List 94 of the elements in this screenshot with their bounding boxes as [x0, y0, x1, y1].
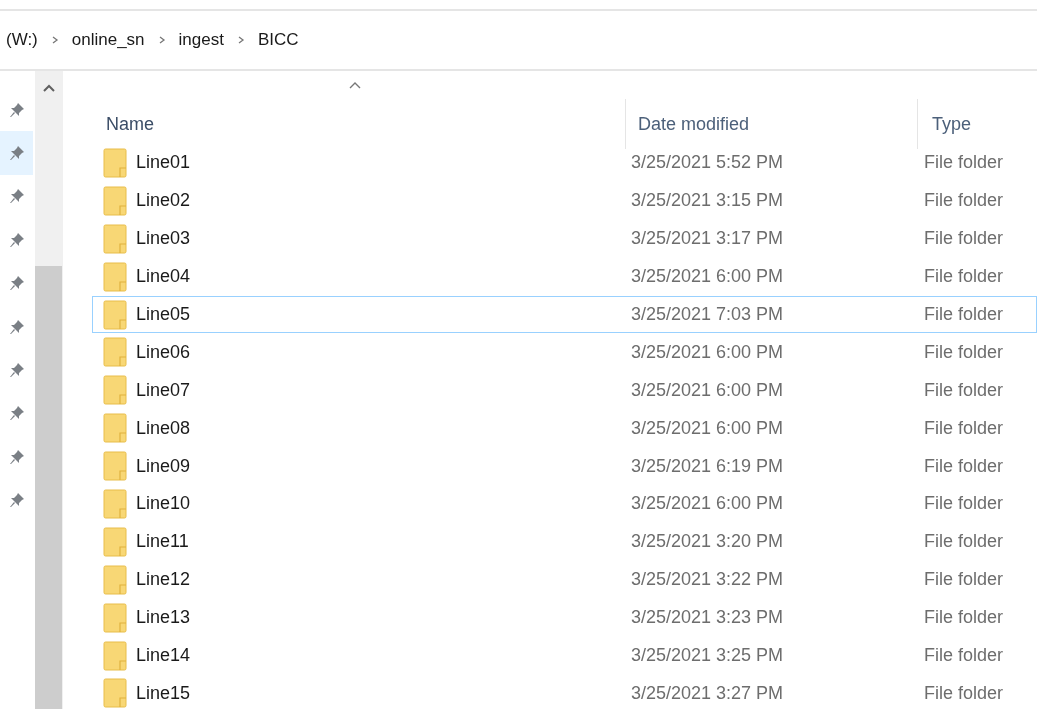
- file-row[interactable]: Line07 3/25/2021 6:00 PM File folder: [92, 371, 1037, 410]
- date-cell: 3/25/2021 6:00 PM: [631, 493, 784, 514]
- folder-icon: [103, 299, 127, 330]
- pin-icon: [8, 231, 25, 248]
- file-name: Line08: [136, 417, 191, 439]
- breadcrumb-item[interactable]: ingest: [178, 30, 224, 50]
- file-name: Line12: [136, 569, 191, 591]
- file-row[interactable]: Line05 3/25/2021 7:03 PM File folder: [92, 295, 1037, 334]
- column-header[interactable]: Type: [917, 99, 1037, 149]
- breadcrumb-item[interactable]: online_sn: [71, 30, 145, 50]
- type-cell: File folder: [924, 341, 1004, 362]
- file-name: Line11: [136, 531, 189, 553]
- folder-icon: [103, 413, 127, 444]
- file-name: Line06: [136, 341, 191, 363]
- pin-icon: [8, 275, 25, 292]
- file-name: Line03: [136, 228, 191, 250]
- date-cell: 3/25/2021 3:22 PM: [631, 569, 784, 590]
- breadcrumb-item[interactable]: (W:): [6, 30, 38, 50]
- date-cell: 3/25/2021 3:25 PM: [631, 645, 784, 665]
- type-cell: File folder: [924, 152, 1004, 173]
- folder-icon: [103, 185, 127, 216]
- pin-icon: [8, 101, 25, 118]
- date-cell: 3/25/2021 3:15 PM: [631, 190, 784, 211]
- scrollbar[interactable]: [35, 71, 63, 709]
- folder-icon: [103, 678, 127, 709]
- type-cell: File folder: [924, 493, 1004, 514]
- scroll-up-icon[interactable]: [42, 83, 55, 92]
- file-row[interactable]: Line09 3/25/2021 6:19 PM File folder: [92, 447, 1037, 485]
- file-name: Line07: [136, 379, 191, 401]
- type-cell: File folder: [924, 266, 1004, 287]
- folder-icon: [103, 223, 127, 254]
- folder-icon: [103, 337, 127, 368]
- file-name: Line05: [136, 304, 191, 325]
- type-cell: File folder: [924, 682, 1004, 703]
- breadcrumb-item[interactable]: BICC: [257, 30, 299, 50]
- file-row[interactable]: Line02 3/25/2021 3:15 PM File folder: [92, 181, 1037, 220]
- pin-icon: [8, 448, 25, 465]
- type-cell: File folder: [924, 607, 1004, 628]
- type-cell: File folder: [924, 531, 1004, 552]
- type-cell: File folder: [924, 645, 1004, 665]
- date-cell: 3/25/2021 3:23 PM: [631, 607, 784, 628]
- pin-icon: [8, 188, 25, 205]
- pinned-item[interactable]: [0, 131, 33, 175]
- file-row[interactable]: Line13 3/25/2021 3:23 PM File folder: [92, 598, 1037, 637]
- folder-icon: [103, 147, 127, 178]
- type-cell: File folder: [924, 304, 1004, 324]
- folder-icon: [103, 602, 127, 633]
- file-name: Line04: [136, 266, 191, 288]
- folder-icon: [103, 564, 127, 595]
- file-row[interactable]: Line08 3/25/2021 6:00 PM File folder: [92, 409, 1037, 448]
- date-cell: 3/25/2021 7:03 PM: [631, 304, 784, 324]
- folder-icon: [103, 640, 127, 671]
- date-cell: 3/25/2021 6:00 PM: [631, 379, 784, 400]
- file-row[interactable]: Line10 3/25/2021 6:00 PM File folder: [92, 485, 1037, 523]
- file-row[interactable]: Line03 3/25/2021 3:17 PM File folder: [92, 219, 1037, 258]
- pin-icon: [8, 318, 25, 335]
- file-name: Line09: [136, 455, 191, 477]
- file-name: Line02: [136, 190, 191, 212]
- folder-icon: [103, 261, 127, 292]
- date-cell: 3/25/2021 6:00 PM: [631, 417, 784, 438]
- folder-icon: [103, 526, 127, 557]
- file-name: Line15: [136, 682, 191, 704]
- date-cell: 3/25/2021 5:52 PM: [631, 152, 784, 173]
- type-cell: File folder: [924, 569, 1004, 590]
- type-cell: File folder: [924, 190, 1004, 211]
- file-row[interactable]: Line14 3/25/2021 3:25 PM File folder: [92, 636, 1037, 675]
- file-name: Line14: [136, 645, 191, 666]
- folder-icon: [103, 451, 127, 482]
- folder-icon: [103, 375, 127, 406]
- file-row[interactable]: Line11 3/25/2021 3:20 PM File folder: [92, 522, 1037, 561]
- file-row[interactable]: Line12 3/25/2021 3:22 PM File folder: [92, 560, 1037, 599]
- sort-caret-icon: [348, 80, 362, 90]
- file-row[interactable]: Line04 3/25/2021 6:00 PM File folder: [92, 257, 1037, 296]
- date-cell: 3/25/2021 3:20 PM: [631, 531, 784, 552]
- file-name: Line01: [136, 152, 191, 174]
- file-row[interactable]: Line06 3/25/2021 6:00 PM File folder: [92, 333, 1037, 372]
- file-name: Line13: [136, 607, 191, 629]
- pin-icon: [8, 492, 25, 509]
- type-cell: File folder: [924, 417, 1004, 438]
- folder-icon: [103, 488, 127, 519]
- date-cell: 3/25/2021 3:27 PM: [631, 682, 784, 703]
- type-cell: File folder: [924, 379, 1004, 400]
- type-cell: File folder: [924, 455, 1004, 476]
- date-cell: 3/25/2021 6:19 PM: [631, 455, 784, 476]
- pin-icon: [8, 145, 25, 162]
- date-cell: 3/25/2021 6:00 PM: [631, 341, 784, 362]
- date-cell: 3/25/2021 6:00 PM: [631, 266, 784, 287]
- pin-icon: [8, 405, 25, 422]
- type-cell: File folder: [924, 228, 1004, 249]
- column-header[interactable]: Date modified: [625, 99, 917, 149]
- file-name: Line10: [136, 493, 191, 515]
- file-row[interactable]: Line15 3/25/2021 3:27 PM File folder: [92, 674, 1037, 709]
- date-cell: 3/25/2021 3:17 PM: [631, 228, 784, 249]
- pin-icon: [8, 362, 25, 379]
